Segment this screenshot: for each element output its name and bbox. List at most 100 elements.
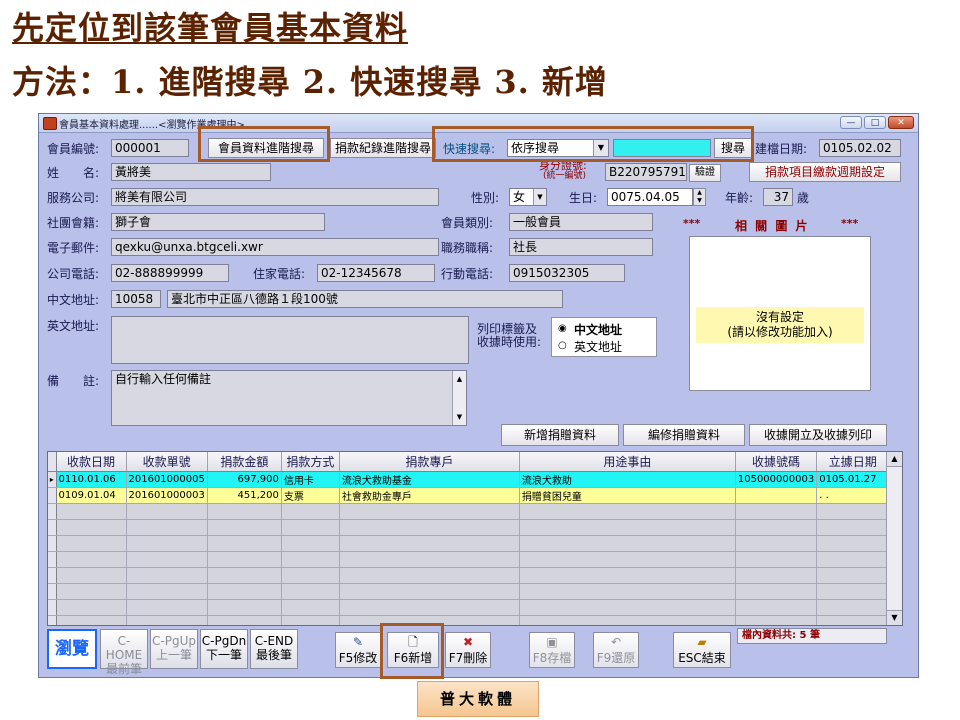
table-cell[interactable] (816, 535, 890, 552)
table-cell[interactable] (519, 503, 736, 520)
table-cell[interactable]: 201601000003 (126, 487, 208, 504)
table-cell[interactable] (339, 535, 520, 552)
table-cell[interactable] (281, 599, 340, 616)
club-field[interactable]: 獅子會 (111, 213, 325, 231)
table-cell[interactable] (339, 615, 520, 625)
birthday-spinner[interactable]: ▲ ▼ (693, 188, 706, 206)
table-cell[interactable]: 信用卡 (281, 471, 340, 488)
en-address-field[interactable] (111, 316, 469, 364)
table-cell[interactable] (339, 583, 520, 600)
zip-field[interactable]: 10058 (111, 290, 161, 308)
verify-button[interactable]: 驗證 (689, 164, 721, 182)
radio-cn-selected[interactable]: ◉ (558, 323, 567, 334)
add-button[interactable]: 🗋 F6新增 (387, 632, 439, 668)
table-cell[interactable]: 捐贈貧困兒童 (519, 487, 736, 504)
table-cell[interactable] (735, 487, 818, 504)
table-cell[interactable] (816, 519, 890, 536)
table-cell[interactable] (519, 583, 736, 600)
table-cell[interactable] (816, 599, 890, 616)
table-cell[interactable] (56, 599, 127, 616)
table-cell[interactable] (519, 615, 736, 625)
table-row[interactable]: ▸ 0110.01.06 201601000005 697,900 信用卡 流浪犬救助基金… (48, 471, 890, 488)
table-cell[interactable] (207, 503, 282, 520)
empty-table-row[interactable] (48, 583, 890, 600)
table-cell[interactable] (126, 551, 208, 568)
table-cell[interactable] (56, 519, 127, 536)
table-cell[interactable] (735, 583, 818, 600)
table-cell[interactable]: 0105.01.27 (816, 471, 890, 488)
id-no-field[interactable]: B220795791 (605, 163, 687, 181)
notes-scrollbar[interactable]: ▲ ▼ (452, 371, 466, 425)
browse-mode-button[interactable]: 瀏覽 (47, 629, 97, 669)
table-cell[interactable] (816, 503, 890, 520)
table-cell[interactable]: 201601000005 (126, 471, 208, 488)
table-cell[interactable] (126, 599, 208, 616)
table-cell[interactable] (126, 583, 208, 600)
table-cell[interactable] (207, 551, 282, 568)
delete-button[interactable]: ✖ F7刪除 (445, 632, 491, 668)
table-cell[interactable] (207, 567, 282, 584)
scroll-down-icon[interactable]: ▼ (453, 409, 466, 425)
table-cell[interactable] (56, 567, 127, 584)
chevron-down-icon[interactable]: ▼ (593, 140, 608, 156)
table-cell[interactable] (281, 519, 340, 536)
radio-cn-label[interactable]: 中文地址 (574, 321, 622, 338)
notes-field[interactable]: 自行輸入任何備註 ▲ ▼ (111, 370, 467, 426)
column-header[interactable]: 立據日期 (816, 452, 890, 472)
radio-en-label[interactable]: 英文地址 (574, 338, 622, 355)
member-type-field[interactable]: 一般會員 (509, 213, 653, 231)
table-cell[interactable] (735, 615, 818, 625)
table-cell[interactable] (56, 503, 127, 520)
table-cell[interactable] (735, 519, 818, 536)
column-header[interactable]: 收款單號 (126, 452, 208, 472)
gender-select[interactable]: 女 ▼ (509, 188, 547, 206)
donation-search-button[interactable]: 捐款紀錄進階搜尋 (330, 138, 436, 158)
table-cell[interactable] (126, 503, 208, 520)
empty-table-row[interactable] (48, 551, 890, 568)
table-cell[interactable] (735, 567, 818, 584)
maximize-button[interactable]: □ (864, 116, 886, 129)
edit-button[interactable]: ✎ F5修改 (335, 632, 381, 668)
build-date-field[interactable]: 0105.02.02 (819, 139, 901, 157)
home-phone-field[interactable]: 02-12345678 (317, 264, 435, 282)
table-cell[interactable] (281, 615, 340, 625)
table-scrollbar[interactable]: ▲ ▼ (886, 452, 902, 625)
table-cell[interactable] (816, 583, 890, 600)
prev-record-button[interactable]: C-PgUp 上一筆 (150, 629, 198, 669)
table-cell[interactable] (816, 567, 890, 584)
next-record-button[interactable]: C-PgDn 下一筆 (200, 629, 248, 669)
empty-table-row[interactable] (48, 615, 890, 625)
table-cell[interactable] (735, 599, 818, 616)
table-cell[interactable] (735, 551, 818, 568)
table-cell[interactable] (519, 567, 736, 584)
table-cell[interactable]: 流浪犬救助基金 (339, 471, 520, 488)
company-field[interactable]: 將美有限公司 (111, 188, 439, 206)
quick-search-input[interactable] (613, 139, 711, 157)
table-cell[interactable] (56, 615, 127, 625)
empty-table-row[interactable] (48, 599, 890, 616)
column-header[interactable]: 捐款專戶 (339, 452, 520, 472)
table-cell[interactable]: 0109.01.04 (56, 487, 127, 504)
chevron-down-icon[interactable]: ▼ (533, 189, 546, 205)
restore-button[interactable]: ↶ F9還原 (593, 632, 639, 668)
quick-search-select[interactable]: 依序搜尋 ▼ (507, 139, 609, 157)
table-cell[interactable] (281, 583, 340, 600)
mobile-field[interactable]: 0915032305 (509, 264, 625, 282)
table-cell[interactable] (519, 535, 736, 552)
table-cell[interactable]: 697,900 (207, 471, 282, 488)
table-cell[interactable]: 支票 (281, 487, 340, 504)
empty-table-row[interactable] (48, 503, 890, 520)
birthday-field[interactable]: 0075.04.05 (607, 188, 693, 206)
cn-address-field[interactable]: 臺北市中正區八德路１段100號 (167, 290, 563, 308)
table-cell[interactable] (281, 535, 340, 552)
table-cell[interactable]: 105000000003 (735, 471, 818, 488)
receipt-print-button[interactable]: 收據開立及收據列印 (749, 424, 887, 446)
column-header[interactable]: 捐款金額 (207, 452, 282, 472)
job-title-field[interactable]: 社長 (509, 238, 653, 256)
close-button[interactable]: ✕ (888, 116, 914, 129)
add-donation-button[interactable]: 新增捐贈資料 (501, 424, 619, 446)
quick-search-button[interactable]: 搜尋 (714, 138, 752, 158)
minimize-button[interactable]: — (840, 116, 862, 129)
table-cell[interactable] (56, 583, 127, 600)
table-cell[interactable] (519, 551, 736, 568)
